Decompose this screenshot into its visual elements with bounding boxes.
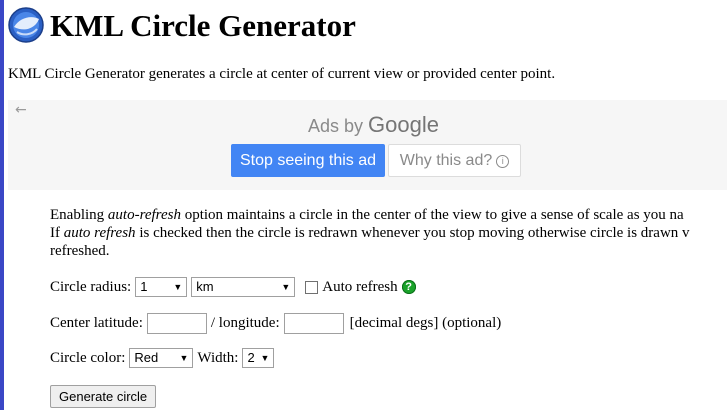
auto-refresh-label: Auto refresh — [322, 278, 398, 295]
circle-radius-label: Circle radius: — [50, 278, 132, 295]
center-row: Center latitude: / longitude: [decimal d… — [50, 313, 501, 334]
coordinate-hint: [decimal degs] (optional) — [349, 315, 502, 331]
chevron-down-icon: ▼ — [173, 282, 183, 292]
left-edge-stripe — [0, 0, 4, 410]
description-line-3: refreshed. — [50, 243, 110, 259]
radius-select[interactable]: 1 ▼ — [135, 277, 188, 297]
auto-refresh-checkbox[interactable] — [305, 280, 319, 294]
stop-seeing-ad-button[interactable]: Stop seeing this ad — [231, 144, 385, 177]
color-row: Circle color: Red ▼ Width: 2 ▼ — [50, 348, 275, 368]
longitude-label: / longitude: — [210, 315, 280, 331]
google-earth-globe-icon — [8, 7, 44, 43]
center-latitude-label: Center latitude: — [50, 315, 143, 331]
description-line-2: If auto refresh is checked then the circ… — [50, 225, 690, 241]
google-wordmark: Google — [368, 112, 439, 137]
why-this-ad-label: Why this ad? — [399, 152, 493, 169]
color-select[interactable]: Red ▼ — [129, 348, 194, 368]
chevron-down-icon: ▼ — [179, 353, 189, 363]
description-text: Enabling auto-refresh option maintains a… — [50, 206, 727, 260]
ad-panel: ← Ads by Google Stop seeing this ad Why … — [8, 100, 727, 190]
why-this-ad-button[interactable]: Why this ad? i — [388, 144, 521, 177]
help-icon[interactable]: ? — [401, 280, 416, 294]
intro-text: KML Circle Generator generates a circle … — [8, 66, 556, 82]
circle-color-label: Circle color: — [50, 349, 126, 366]
page-title: KML Circle Generator — [50, 8, 356, 43]
width-select[interactable]: 2 ▼ — [242, 348, 275, 368]
ads-by-text: Ads by — [308, 116, 364, 136]
radius-row: Circle radius: 1 ▼ km ▼ Auto refresh ? — [50, 277, 416, 297]
generate-circle-button[interactable]: Generate circle — [50, 385, 157, 408]
latitude-input[interactable] — [146, 313, 207, 334]
unit-select[interactable]: km ▼ — [191, 277, 296, 297]
longitude-input[interactable] — [283, 313, 344, 334]
ads-by-google-label: Ads by Google — [308, 112, 439, 138]
description-line-1: Enabling auto-refresh option maintains a… — [50, 207, 684, 223]
info-icon: i — [496, 155, 510, 168]
ad-back-arrow-icon[interactable]: ← — [15, 102, 27, 118]
width-label: Width: — [197, 349, 239, 366]
chevron-down-icon: ▼ — [281, 282, 291, 292]
chevron-down-icon: ▼ — [260, 353, 270, 363]
